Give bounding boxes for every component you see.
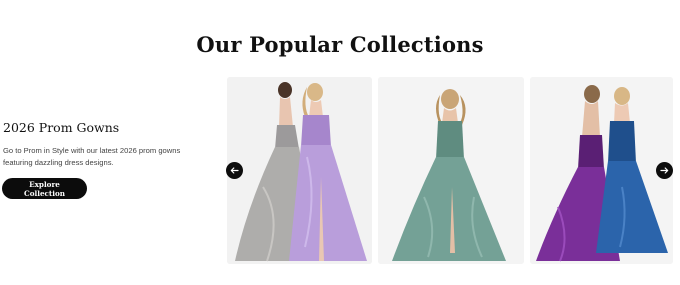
promo-title: 2026 Prom Gowns bbox=[3, 120, 120, 135]
product-image-sage bbox=[378, 77, 524, 264]
section-title: Our Popular Collections bbox=[196, 32, 484, 58]
product-card-3[interactable] bbox=[530, 77, 673, 264]
product-image-silver-lavender bbox=[227, 77, 372, 264]
product-image-purple-blue bbox=[530, 77, 673, 264]
carousel-prev-button[interactable] bbox=[226, 162, 243, 179]
carousel-next-button[interactable] bbox=[656, 162, 673, 179]
product-card-1[interactable] bbox=[227, 77, 372, 264]
arrow-right-icon bbox=[660, 167, 669, 174]
arrow-left-icon bbox=[230, 167, 239, 174]
promo-description: Go to Prom in Style with our latest 2026… bbox=[3, 146, 181, 167]
explore-collection-button[interactable]: Explore Collection bbox=[2, 178, 87, 199]
product-card-2[interactable] bbox=[378, 77, 524, 264]
